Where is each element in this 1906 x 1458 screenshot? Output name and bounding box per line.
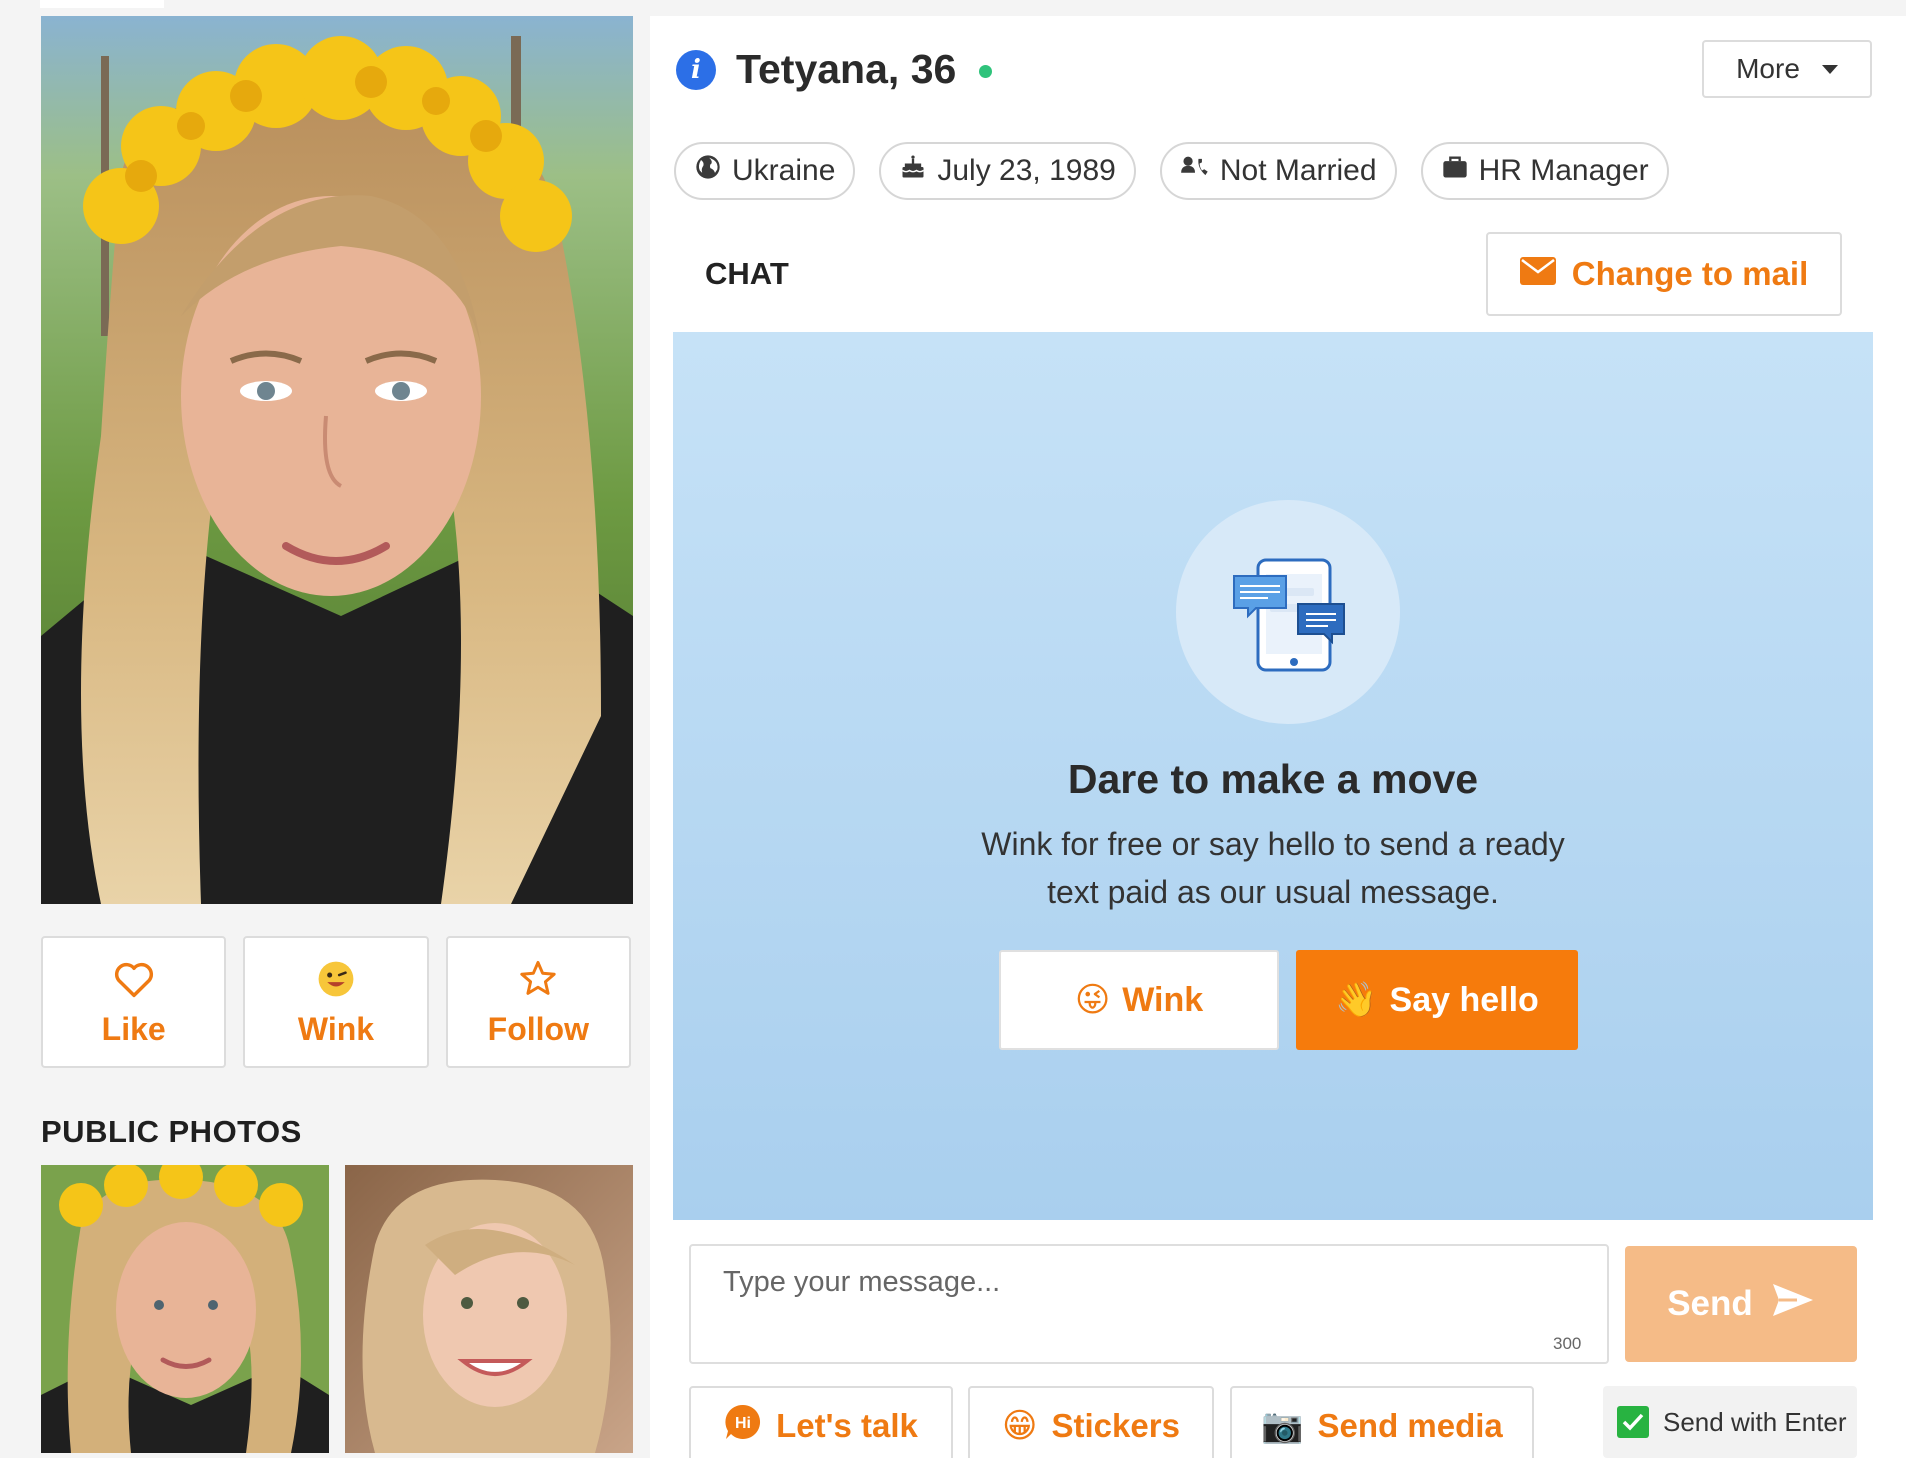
marital-status-text: Not Married <box>1219 154 1377 187</box>
say-hello-label: Say hello <box>1389 980 1539 1019</box>
send-media-button[interactable]: 📷 Send media <box>1230 1386 1534 1458</box>
empty-chat-title: Dare to make a move <box>1067 756 1479 802</box>
chevron-down-icon <box>1821 64 1838 74</box>
more-label: More <box>1736 53 1800 84</box>
lets-talk-button[interactable]: Hi Let's talk <box>689 1386 953 1458</box>
send-with-enter-option: Send with Enter <box>1603 1386 1857 1458</box>
lets-talk-label: Let's talk <box>776 1407 918 1444</box>
chat-message-area: Dare to make a move Wink for free or say… <box>673 332 1873 1220</box>
heart-outline-icon <box>113 957 155 1001</box>
country-chip: Ukraine <box>674 142 856 200</box>
follow-button[interactable]: Follow <box>445 936 631 1068</box>
camera-icon: 📷 <box>1261 1407 1304 1445</box>
profile-name: Tetyana, 36 <box>736 46 957 92</box>
wink-button[interactable]: Wink <box>243 936 429 1068</box>
phone-chat-icon <box>1176 500 1400 724</box>
empty-chat-text: Wink for free or say hello to send a rea… <box>981 826 1565 910</box>
cake-icon <box>899 153 927 189</box>
hi-badge: Hi <box>735 1415 751 1432</box>
chat-header-label: CHAT <box>705 256 789 291</box>
character-counter: 300 <box>1553 1334 1582 1353</box>
chat-wink-label: Wink <box>1122 980 1204 1019</box>
send-with-enter-checkbox[interactable] <box>1617 1406 1649 1438</box>
chat-card: CHAT Change to mail Dare to make a move … <box>673 216 1873 1458</box>
like-label: Like <box>101 1010 166 1047</box>
online-status-dot <box>979 65 992 78</box>
occupation-chip: HR Manager <box>1420 142 1669 200</box>
more-dropdown-button[interactable]: More <box>1702 40 1872 98</box>
change-to-mail-label: Change to mail <box>1571 255 1809 292</box>
top-stub <box>40 0 164 8</box>
public-photo-thumbnail[interactable] <box>345 1165 633 1453</box>
wink-label: Wink <box>297 1010 375 1047</box>
profile-action-row: Like Wink Follow <box>41 936 631 1068</box>
envelope-icon <box>1519 255 1556 293</box>
send-label: Send <box>1667 1284 1753 1323</box>
profile-details-chips: Ukraine July 23, 1989 Not Married HR Man… <box>674 142 1669 200</box>
follow-label: Follow <box>487 1010 589 1047</box>
message-input[interactable] <box>689 1244 1609 1364</box>
hi-bubble-icon: Hi <box>724 1403 762 1449</box>
globe-icon <box>694 153 722 189</box>
wink-emoji-icon: 😜 <box>1074 981 1111 1019</box>
main-profile-photo[interactable] <box>41 16 633 904</box>
birthday-text: July 23, 1989 <box>937 154 1116 187</box>
say-hello-button[interactable]: 👋 Say hello <box>1296 950 1578 1050</box>
briefcase-icon <box>1441 154 1469 188</box>
wink-emoji-icon <box>317 957 355 1001</box>
country-text: Ukraine <box>732 154 836 187</box>
send-with-enter-label: Send with Enter <box>1663 1406 1847 1437</box>
stickers-label: Stickers <box>1051 1407 1180 1444</box>
waving-hand-icon: 👋 <box>1335 981 1378 1019</box>
send-button[interactable]: Send <box>1625 1246 1857 1362</box>
contact-phone-icon <box>1180 154 1210 188</box>
chat-wink-button[interactable]: 😜 Wink <box>999 950 1279 1050</box>
info-icon[interactable]: i <box>676 50 716 90</box>
marital-status-chip: Not Married <box>1159 142 1397 200</box>
stickers-emoji-icon: 😁 <box>1002 1407 1038 1445</box>
paper-plane-icon <box>1771 1282 1815 1327</box>
stickers-button[interactable]: 😁 Stickers <box>968 1386 1214 1458</box>
birthday-chip: July 23, 1989 <box>879 142 1136 200</box>
send-media-label: Send media <box>1317 1407 1503 1444</box>
occupation-text: HR Manager <box>1478 154 1649 187</box>
public-photos-title: PUBLIC PHOTOS <box>41 1114 302 1149</box>
public-photo-thumbnail[interactable] <box>41 1165 329 1453</box>
checkmark-icon <box>1622 1413 1644 1431</box>
like-button[interactable]: Like <box>41 936 227 1068</box>
change-to-mail-button[interactable]: Change to mail <box>1486 232 1842 316</box>
star-outline-icon <box>518 957 558 1001</box>
